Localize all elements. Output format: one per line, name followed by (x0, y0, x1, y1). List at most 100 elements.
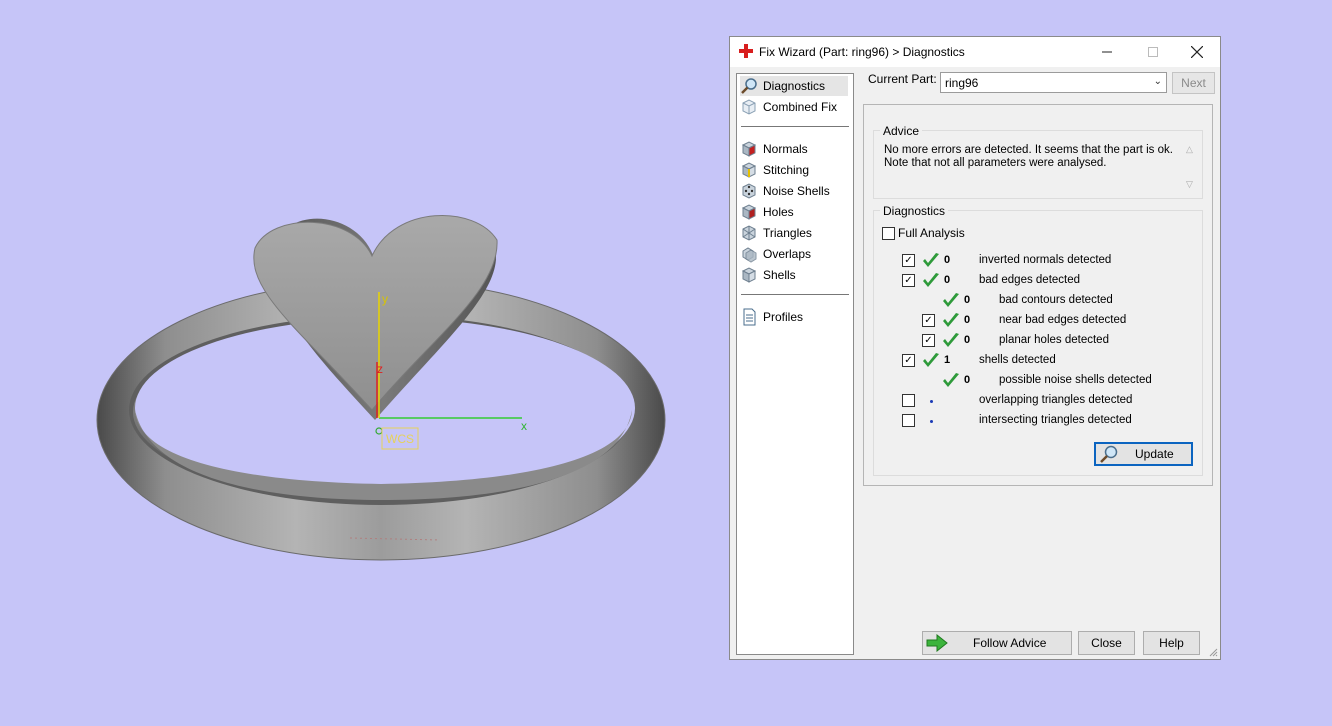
next-button[interactable]: Next (1172, 72, 1215, 94)
title-bar[interactable]: Fix Wizard (Part: ring96) > Diagnostics (730, 37, 1220, 67)
cube-icon (741, 267, 757, 283)
diagnostic-label: bad edges detected (979, 274, 1081, 286)
document-icon (743, 308, 756, 326)
close-button[interactable]: Close (1078, 631, 1135, 655)
diagnostic-label: possible noise shells detected (999, 374, 1152, 386)
diagnostic-count: 0 (944, 254, 951, 266)
not-run-dot-icon (930, 400, 933, 403)
window-close-button[interactable] (1174, 37, 1220, 67)
sidebar-item-shells[interactable]: Shells (740, 265, 796, 285)
sidebar-item-stitching[interactable]: Stitching (740, 160, 809, 180)
diagnostics-row: ✓ 1 shells detected (874, 351, 1194, 371)
y-axis-label: y (382, 292, 388, 306)
sidebar-divider (741, 294, 849, 295)
diagnostics-row: overlapping triangles detected (874, 391, 1194, 411)
diagnostic-checkbox[interactable]: ✓ (902, 274, 915, 287)
sidebar-item-profiles[interactable]: Profiles (740, 307, 803, 327)
diagnostics-title: Diagnostics (880, 204, 949, 218)
arrow-right-icon (926, 634, 948, 652)
advice-scrollbar[interactable]: △ ▽ (1183, 144, 1198, 190)
sidebar-item-overlaps[interactable]: Overlaps (740, 244, 811, 264)
3d-viewport[interactable]: x y z WCS (0, 0, 726, 726)
full-analysis-checkbox[interactable] (882, 226, 895, 240)
diagnostic-label: overlapping triangles detected (979, 394, 1133, 406)
diagnostic-checkbox[interactable]: ✓ (902, 254, 915, 267)
diagnostic-label: near bad edges detected (999, 314, 1127, 326)
cube-yellow-edge-icon (741, 162, 757, 178)
diagnostic-checkbox[interactable] (902, 414, 915, 427)
ring-model: x y z WCS (96, 215, 666, 561)
dotted-cube-icon (742, 183, 756, 199)
sidebar-item-label: Stitching (763, 163, 810, 177)
resize-grip-icon[interactable] (1208, 647, 1218, 657)
z-axis-label: z (377, 362, 383, 376)
not-run-dot-icon (930, 420, 933, 423)
current-part-value: ring96 (945, 76, 979, 90)
sidebar-item-label: Overlaps (763, 247, 812, 261)
triangle-cube-icon (742, 225, 756, 241)
fix-wizard-dialog: Fix Wizard (Part: ring96) > Diagnostics … (729, 36, 1221, 660)
cube-outline-icon (742, 99, 756, 115)
sidebar-item-label: Normals (763, 142, 808, 156)
window-title: Fix Wizard (Part: ring96) > Diagnostics (759, 45, 965, 59)
update-label: Update (1135, 447, 1174, 461)
follow-advice-button[interactable]: Follow Advice (922, 631, 1072, 655)
help-button[interactable]: Help (1143, 631, 1200, 655)
sidebar-item-label: Profiles (763, 310, 804, 324)
full-analysis-label: Full Analysis (898, 226, 965, 240)
green-check-icon (943, 373, 959, 387)
diagnostic-checkbox[interactable]: ✓ (922, 314, 935, 327)
current-part-select[interactable]: ring96 ⌄ (940, 72, 1167, 93)
diagnostics-row: ✓ 0 planar holes detected (874, 331, 1194, 351)
x-axis-label: x (521, 419, 527, 433)
green-check-icon (923, 273, 939, 287)
sidebar-item-normals[interactable]: Normals (740, 139, 808, 159)
sidebar-item-label: Diagnostics (763, 79, 826, 93)
diagnostic-checkbox[interactable]: ✓ (902, 354, 915, 367)
sidebar-item-noise-shells[interactable]: Noise Shells (740, 181, 830, 201)
wcs-label: WCS (386, 432, 414, 446)
diagnostic-label: bad contours detected (999, 294, 1113, 306)
sidebar-item-combined-fix[interactable]: Combined Fix (740, 97, 837, 117)
sidebar-item-label: Combined Fix (763, 100, 838, 114)
advice-title: Advice (880, 124, 923, 138)
diagnostic-count: 0 (964, 314, 971, 326)
diagnostic-label: shells detected (979, 354, 1056, 366)
scroll-up-icon[interactable]: △ (1186, 144, 1193, 155)
magnifier-icon (1100, 445, 1118, 463)
sidebar-item-triangles[interactable]: Triangles (740, 223, 812, 243)
diagnostics-row: intersecting triangles detected (874, 411, 1194, 431)
green-check-icon (943, 333, 959, 347)
green-check-icon (943, 293, 959, 307)
scroll-down-icon[interactable]: ▽ (1186, 179, 1193, 190)
sidebar-item-label: Holes (763, 205, 794, 219)
full-analysis-option[interactable]: Full Analysis (882, 226, 965, 240)
follow-advice-label: Follow Advice (973, 636, 1047, 650)
diagnostic-count: 0 (964, 294, 971, 306)
diagnostic-count: 0 (964, 334, 971, 346)
chevron-down-icon: ⌄ (1153, 76, 1162, 87)
update-button[interactable]: Update (1094, 442, 1193, 466)
diagnostic-count: 0 (944, 274, 951, 286)
diagnostic-count: 0 (964, 374, 971, 386)
red-cross-icon (739, 44, 753, 58)
sidebar-item-holes[interactable]: Holes (740, 202, 794, 222)
diagnostic-count: 1 (944, 354, 951, 366)
cube-red-face-icon (741, 141, 757, 157)
minimize-icon (1102, 51, 1112, 53)
close-icon (1191, 46, 1203, 58)
green-check-icon (923, 353, 939, 367)
diagnostic-label: inverted normals detected (979, 254, 1112, 266)
wizard-sidebar: Diagnostics Combined Fix Normals Stitchi… (736, 73, 854, 655)
sidebar-item-label: Triangles (763, 226, 812, 240)
sidebar-item-diagnostics[interactable]: Diagnostics (740, 76, 848, 96)
diagnostic-checkbox[interactable] (902, 394, 915, 407)
advice-text: No more errors are detected. It seems th… (884, 144, 1173, 169)
sidebar-divider (741, 126, 849, 127)
diagnostics-panel: Advice No more errors are detected. It s… (863, 104, 1213, 486)
minimize-button[interactable] (1084, 37, 1130, 67)
maximize-button[interactable] (1130, 37, 1176, 67)
diagnostics-group: Diagnostics Full Analysis ✓ 0 inverted nor… (873, 204, 1203, 476)
diagnostic-checkbox[interactable]: ✓ (922, 334, 935, 347)
diagnostic-label: planar holes detected (999, 334, 1109, 346)
